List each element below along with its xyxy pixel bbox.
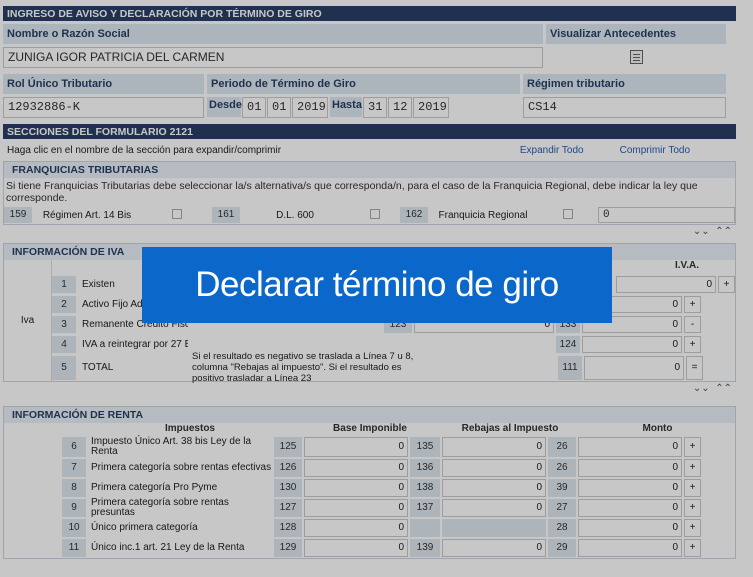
declarar-termino-giro-banner[interactable]: Declarar término de giro (142, 247, 612, 323)
